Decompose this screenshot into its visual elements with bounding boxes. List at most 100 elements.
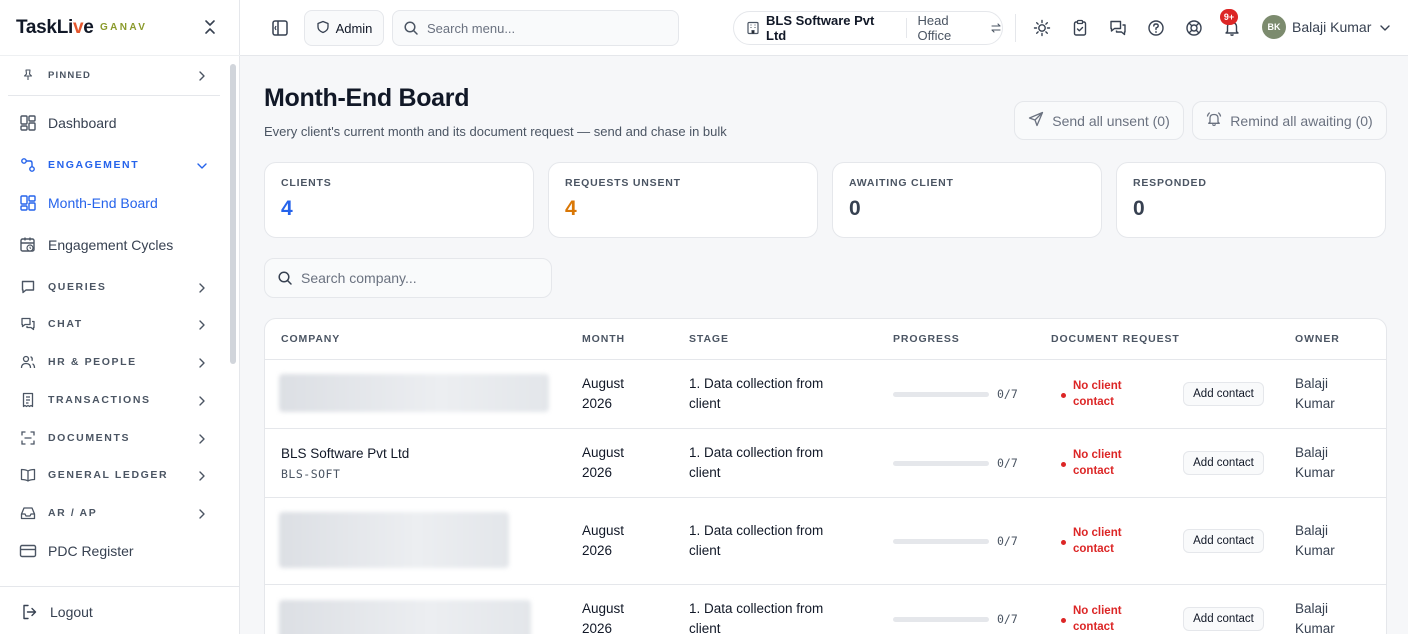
page-title: Month-End Board — [264, 84, 470, 112]
stat-label: REQUESTS UNSENT — [565, 177, 681, 189]
sidebar-section-transactions[interactable]: TRANSACTIONS — [8, 390, 220, 410]
receipt-icon — [18, 390, 38, 410]
table-row[interactable]: August 2026 1. Data collection from client… — [265, 360, 1386, 429]
column-header-owner[interactable]: OWNER — [1295, 333, 1340, 345]
sidebar-item-pdc-register[interactable]: PDC Register — [8, 538, 220, 564]
theme-toggle-icon[interactable] — [1032, 18, 1052, 38]
chevron-right-icon — [196, 394, 208, 406]
table-row[interactable]: August 2026 1. Data collection from client… — [265, 498, 1386, 585]
progress-text: 0/7 — [997, 534, 1018, 548]
sidebar-chat-label: CHAT — [48, 318, 83, 330]
redacted-company — [279, 374, 549, 412]
stage-cell: 1. Data collection from client — [689, 445, 824, 480]
message-square-icon — [18, 277, 38, 297]
sidebar-scrollbar[interactable] — [230, 64, 236, 364]
add-contact-button[interactable]: Add contact — [1183, 529, 1264, 553]
column-header-month[interactable]: MONTH — [582, 333, 625, 345]
column-header-document-request[interactable]: DOCUMENT REQUEST — [1051, 333, 1180, 345]
sidebar-section-general-ledger[interactable]: GENERAL LEDGER — [8, 465, 220, 485]
stage-cell: 1. Data collection from client — [689, 376, 824, 411]
progress-text: 0/7 — [997, 387, 1018, 401]
sidebar-section-queries[interactable]: QUERIES — [8, 277, 220, 297]
help-circle-icon[interactable] — [1146, 18, 1166, 38]
sidebar-engagement-cycles-label: Engagement Cycles — [48, 237, 174, 253]
stat-card-awaiting-client: AWAITING CLIENT 0 — [832, 162, 1102, 238]
avatar: BK — [1262, 15, 1286, 39]
menu-search[interactable] — [392, 10, 679, 46]
role-switcher-button[interactable]: Admin — [304, 10, 384, 46]
progress-text: 0/7 — [997, 456, 1018, 470]
toggle-sidebar-icon[interactable] — [270, 18, 290, 38]
stage-cell: 1. Data collection from client — [689, 601, 824, 634]
send-all-unsent-button[interactable]: Send all unsent (0) — [1014, 101, 1184, 140]
role-label: Admin — [335, 20, 373, 36]
stat-card-requests-unsent: REQUESTS UNSENT 4 — [548, 162, 818, 238]
column-header-stage[interactable]: STAGE — [689, 333, 729, 345]
logout-button[interactable]: Logout — [10, 601, 222, 623]
building-icon — [746, 21, 760, 35]
logout-icon — [20, 602, 40, 622]
chevron-right-icon — [196, 432, 208, 444]
users-icon — [18, 352, 38, 372]
progress-bar — [893, 461, 989, 466]
sidebar-divider — [8, 95, 220, 96]
search-icon — [277, 270, 293, 286]
sidebar-general-ledger-label: GENERAL LEDGER — [48, 469, 169, 481]
stat-label: CLIENTS — [281, 177, 332, 189]
board-icon — [18, 193, 38, 213]
table-row[interactable]: BLS Software Pvt Ltd BLS-SOFT August 2026… — [265, 429, 1386, 498]
add-contact-button[interactable]: Add contact — [1183, 451, 1264, 475]
owner-cell: Balaji Kumar — [1295, 376, 1335, 411]
month-cell: August 2026 — [582, 601, 625, 634]
sidebar-section-ar-ap[interactable]: AR / AP — [8, 503, 220, 523]
calendar-clock-icon — [18, 235, 38, 255]
notifications-badge: 9+ — [1220, 9, 1238, 25]
support-lifebuoy-icon[interactable] — [1184, 18, 1204, 38]
sidebar-item-dashboard[interactable]: Dashboard — [8, 110, 220, 136]
messages-icon[interactable] — [1108, 18, 1128, 38]
sidebar-item-engagement-cycles[interactable]: Engagement Cycles — [8, 232, 220, 258]
chat-icon — [18, 314, 38, 334]
dashboard-icon — [18, 113, 38, 133]
brand-header: TaskLive GANAV — [0, 0, 240, 56]
bell-ring-icon — [1206, 111, 1222, 130]
sidebar-section-documents[interactable]: DOCUMENTS — [8, 428, 220, 448]
sidebar-section-engagement[interactable]: ENGAGEMENT — [8, 155, 220, 175]
progress-text: 0/7 — [997, 612, 1018, 626]
month-cell: August 2026 — [582, 376, 625, 411]
collapse-sidebar-icon[interactable] — [200, 17, 220, 37]
stat-label: AWAITING CLIENT — [849, 177, 954, 189]
column-header-progress[interactable]: PROGRESS — [893, 333, 960, 345]
menu-search-input[interactable] — [427, 20, 667, 36]
sidebar-transactions-label: TRANSACTIONS — [48, 394, 151, 406]
company-search-input[interactable] — [301, 270, 541, 286]
stage-cell: 1. Data collection from client — [689, 523, 824, 558]
owner-cell: Balaji Kumar — [1295, 445, 1335, 480]
sidebar-section-hr-people[interactable]: HR & PEOPLE — [8, 352, 220, 372]
sidebar-section-pinned[interactable]: PINNED — [8, 64, 220, 86]
remind-all-awaiting-button[interactable]: Remind all awaiting (0) — [1192, 101, 1387, 140]
company-search[interactable] — [264, 258, 552, 298]
current-company: BLS Software Pvt Ltd — [766, 13, 875, 43]
add-contact-button[interactable]: Add contact — [1183, 382, 1264, 406]
chevron-right-icon — [196, 356, 208, 368]
stat-value: 0 — [849, 197, 861, 220]
company-name[interactable]: BLS Software Pvt Ltd — [281, 446, 409, 461]
chevron-right-icon — [196, 318, 208, 330]
org-switcher[interactable]: BLS Software Pvt Ltd Head Office — [733, 11, 1003, 45]
sidebar-section-chat[interactable]: CHAT — [8, 314, 220, 334]
search-icon — [403, 20, 419, 36]
month-cell: August 2026 — [582, 523, 625, 558]
current-branch: Head Office — [917, 13, 952, 43]
user-menu[interactable]: BK Balaji Kumar — [1262, 15, 1391, 39]
add-contact-button[interactable]: Add contact — [1183, 607, 1264, 631]
table-header: COMPANY MONTH STAGE PROGRESS DOCUMENT RE… — [265, 319, 1386, 360]
sidebar-footer: Logout — [0, 586, 240, 634]
column-header-company[interactable]: COMPANY — [281, 333, 340, 345]
month-end-table: COMPANY MONTH STAGE PROGRESS DOCUMENT RE… — [264, 318, 1387, 634]
clipboard-check-icon[interactable] — [1070, 18, 1090, 38]
sidebar-item-month-end-board[interactable]: Month-End Board — [8, 190, 220, 216]
status-dot — [1061, 393, 1066, 398]
status-dot — [1061, 618, 1066, 623]
table-row[interactable]: August 2026 1. Data collection from client… — [265, 585, 1386, 634]
